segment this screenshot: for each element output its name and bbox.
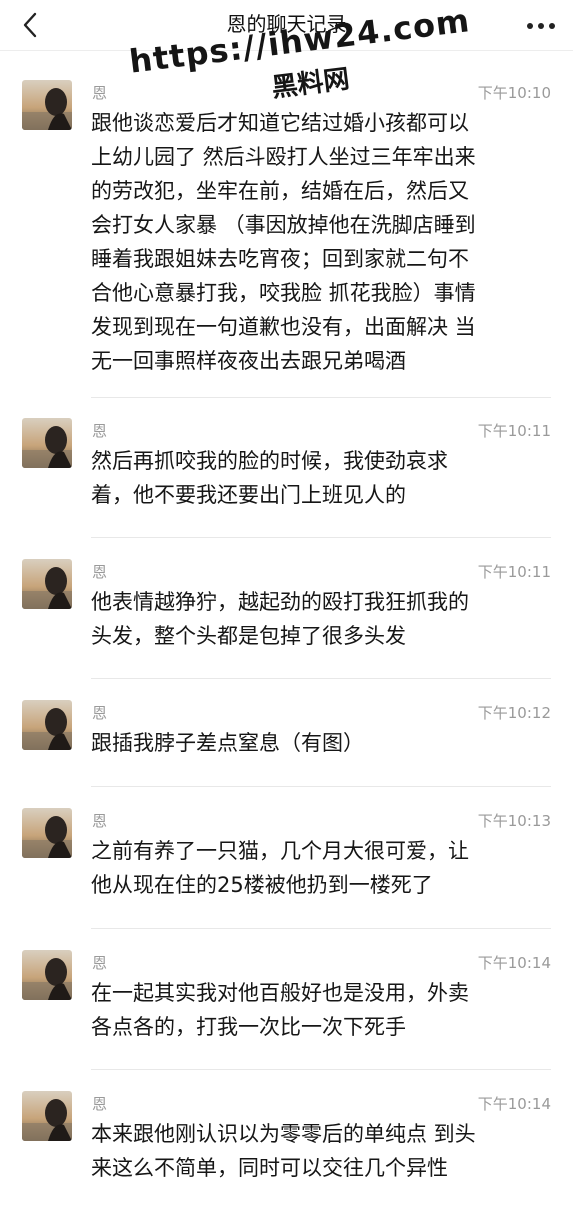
avatar[interactable] — [22, 1091, 72, 1141]
message-text: 本来跟他刚认识以为零零后的单纯点 到头 来这么不简单，同时可以交往几个异性 — [91, 1122, 476, 1180]
message-time: 下午10:10 — [477, 84, 551, 102]
more-horizontal-icon — [527, 23, 555, 29]
message-divider — [91, 928, 551, 929]
message-time: 下午10:11 — [477, 422, 551, 440]
more-button[interactable] — [523, 12, 559, 40]
message-time: 下午10:12 — [477, 704, 551, 722]
sender-name: 恩 — [92, 84, 108, 102]
avatar[interactable] — [22, 950, 72, 1000]
message-divider — [91, 678, 551, 679]
message-divider — [91, 537, 551, 538]
message-time: 下午10:14 — [477, 954, 551, 972]
top-bar: 恩的聊天记录 — [0, 0, 573, 51]
message-text: 跟他谈恋爱后才知道它结过婚小孩都可以 上幼儿园了 然后斗殴打人坐过三年牢出来 的… — [91, 111, 476, 373]
message-time: 下午10:11 — [477, 563, 551, 581]
avatar[interactable] — [22, 418, 72, 468]
message-divider — [91, 397, 551, 398]
page-title: 恩的聊天记录 — [226, 12, 347, 36]
message-time: 下午10:13 — [477, 812, 551, 830]
message-text: 之前有养了一只猫，几个月大很可爱，让 他从现在住的25楼被他扔到一楼死了 — [91, 839, 469, 897]
message-text: 然后再抓咬我的脸的时候，我使劲哀求 着，他不要我还要出门上班见人的 — [91, 449, 448, 507]
message-text: 他表情越狰狞，越起劲的殴打我狂抓我的 头发，整个头都是包掉了很多头发 — [91, 590, 469, 648]
message-divider — [91, 786, 551, 787]
sender-name: 恩 — [92, 812, 108, 830]
sender-name: 恩 — [92, 1095, 108, 1113]
message-text: 在一起其实我对他百般好也是没用，外卖 各点各的，打我一次比一次下死手 — [91, 981, 469, 1039]
avatar[interactable] — [22, 700, 72, 750]
sender-name: 恩 — [92, 954, 108, 972]
sender-name: 恩 — [92, 563, 108, 581]
sender-name: 恩 — [92, 422, 108, 440]
message-text: 跟插我脖子差点窒息（有图） — [91, 731, 364, 755]
sender-name: 恩 — [92, 704, 108, 722]
message-time: 下午10:14 — [477, 1095, 551, 1113]
message-divider — [91, 1069, 551, 1070]
avatar[interactable] — [22, 559, 72, 609]
avatar[interactable] — [22, 80, 72, 130]
watermark-subtitle: 黑料网 — [270, 64, 352, 104]
avatar[interactable] — [22, 808, 72, 858]
